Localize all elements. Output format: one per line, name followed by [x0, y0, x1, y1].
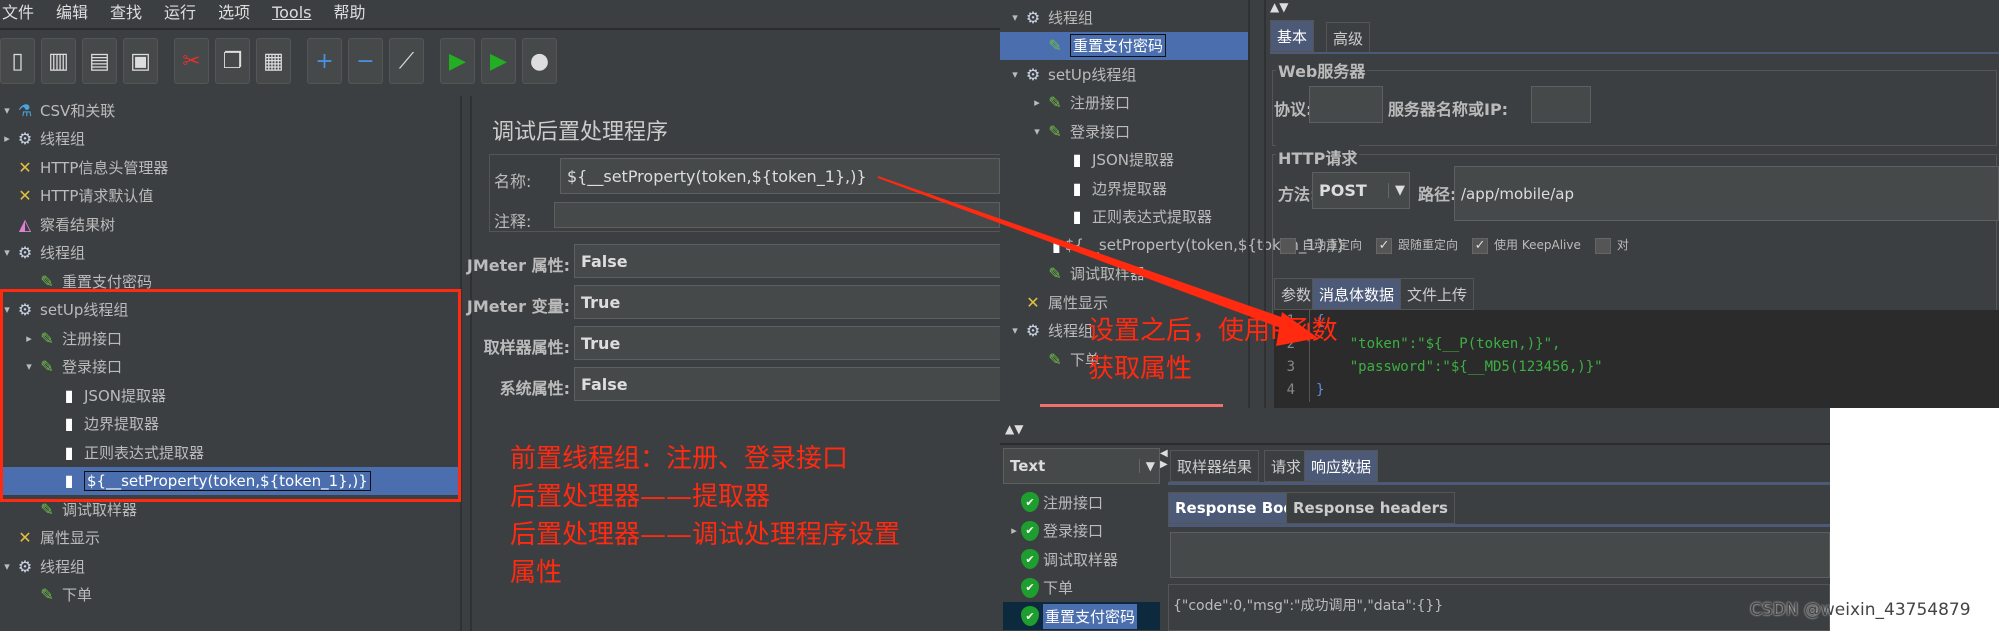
arrow-head — [1276, 312, 1318, 346]
annotation-arrow — [878, 176, 1318, 346]
arrow-shaft — [878, 176, 1290, 330]
